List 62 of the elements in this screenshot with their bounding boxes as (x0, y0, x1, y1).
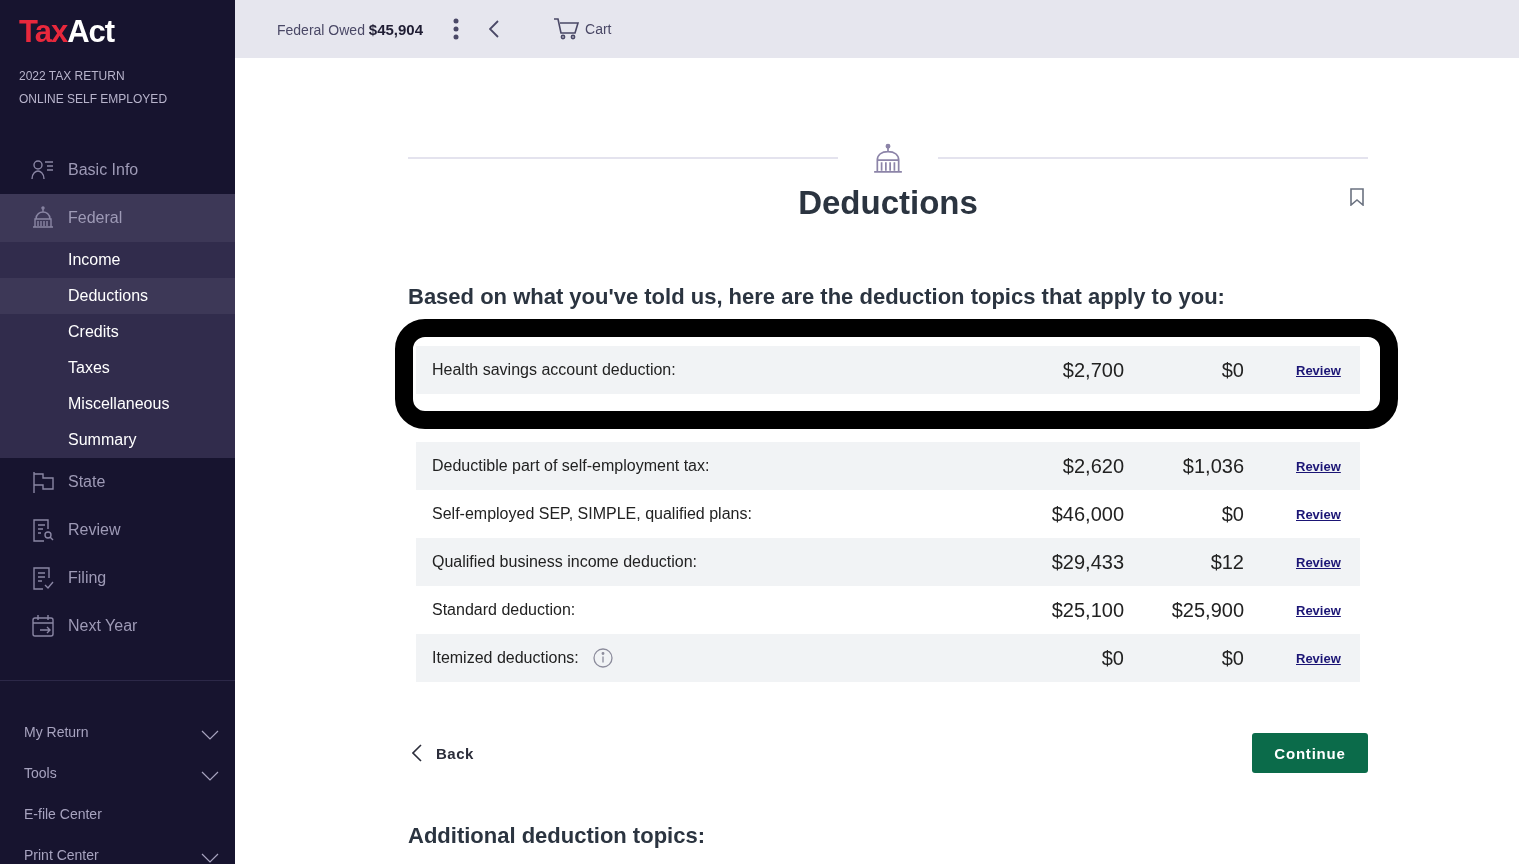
cart-button[interactable]: Cart (553, 18, 612, 40)
sidebar-menu-item[interactable]: Print Center (0, 844, 235, 864)
cart-icon (553, 18, 580, 40)
deduction-label: Health savings account deduction: (432, 361, 676, 379)
nav-item[interactable]: Review (0, 506, 235, 554)
nav-item[interactable]: State (0, 458, 235, 506)
amount-text: $25,900 (1170, 598, 1244, 622)
amount-text: $12 (1209, 550, 1244, 574)
amount-text: $0 (1100, 646, 1124, 670)
nav-item[interactable]: Federal (0, 194, 235, 242)
nav-item[interactable]: Filing (0, 554, 235, 602)
sidebar-menu-item[interactable]: E-file Center (0, 803, 235, 825)
review-link[interactable]: Review (1296, 602, 1344, 618)
capitol-icon (872, 142, 904, 174)
review-link[interactable]: Review (1296, 362, 1344, 378)
return-info-text: 2022 TAX RETURN (19, 68, 125, 84)
flag-icon (30, 469, 56, 495)
deduction-label: Itemized deductions: (432, 649, 579, 667)
more-icon[interactable] (453, 18, 460, 40)
amount-text: $2,620 (1061, 454, 1124, 478)
amount-text: $0 (1220, 646, 1244, 670)
nav-item[interactable]: Basic Info (0, 146, 235, 194)
capitol-icon (30, 205, 56, 231)
section-heading: Based on what you've told us, here are the deduction topics that apply to you: (408, 283, 1226, 311)
nav-subitem[interactable]: Miscellaneous (0, 386, 235, 422)
calendar-icon (30, 613, 56, 639)
deduction-label: Qualified business income deduction: (432, 553, 698, 571)
amount-text: $2,700 (1061, 358, 1124, 382)
amount-text: $0 (1220, 502, 1244, 526)
continue-button[interactable]: Continue (1252, 733, 1368, 773)
review-link[interactable]: Review (1296, 554, 1344, 570)
taxact-logo[interactable]: TaxAct (19, 14, 115, 50)
section-heading: Additional deduction topics: (408, 823, 706, 849)
amount-text: $0 (1220, 358, 1244, 382)
document-check-icon (30, 565, 56, 591)
bookmark-icon[interactable] (1350, 188, 1364, 206)
deduction-label: Self-employed SEP, SIMPLE, qualified plans: (432, 505, 752, 523)
back-icon[interactable] (489, 20, 500, 38)
federal-owed-text: Federal Owed $45,904 (277, 20, 424, 38)
deduction-label: Deductible part of self-employment tax: (432, 457, 710, 475)
nav-subitem[interactable]: Summary (0, 422, 235, 458)
amount-text: $25,100 (1050, 598, 1124, 622)
review-link[interactable]: Review (1296, 506, 1344, 522)
page-title: Deductions (798, 183, 978, 223)
nav-subitem[interactable]: Taxes (0, 350, 235, 386)
nav-item[interactable]: Next Year (0, 602, 235, 650)
document-search-icon (30, 517, 56, 543)
nav-subitem[interactable]: Income (0, 242, 235, 278)
nav-subitem[interactable]: Credits (0, 314, 235, 350)
return-info-text: ONLINE SELF EMPLOYED (19, 91, 168, 107)
info-icon[interactable] (592, 648, 613, 668)
review-link[interactable]: Review (1296, 458, 1344, 474)
sidebar-menu-item[interactable]: My Return (0, 721, 235, 743)
back-link[interactable]: Back (408, 744, 474, 762)
amount-text: $29,433 (1050, 550, 1124, 574)
deduction-label: Standard deduction: (432, 601, 576, 619)
amount-text: $46,000 (1050, 502, 1124, 526)
review-link[interactable]: Review (1296, 650, 1344, 666)
nav-subitem[interactable]: Deductions (0, 278, 235, 314)
chevron-left-icon (412, 744, 422, 762)
amount-text: $1,036 (1181, 454, 1244, 478)
sidebar-menu-item[interactable]: Tools (0, 762, 235, 784)
